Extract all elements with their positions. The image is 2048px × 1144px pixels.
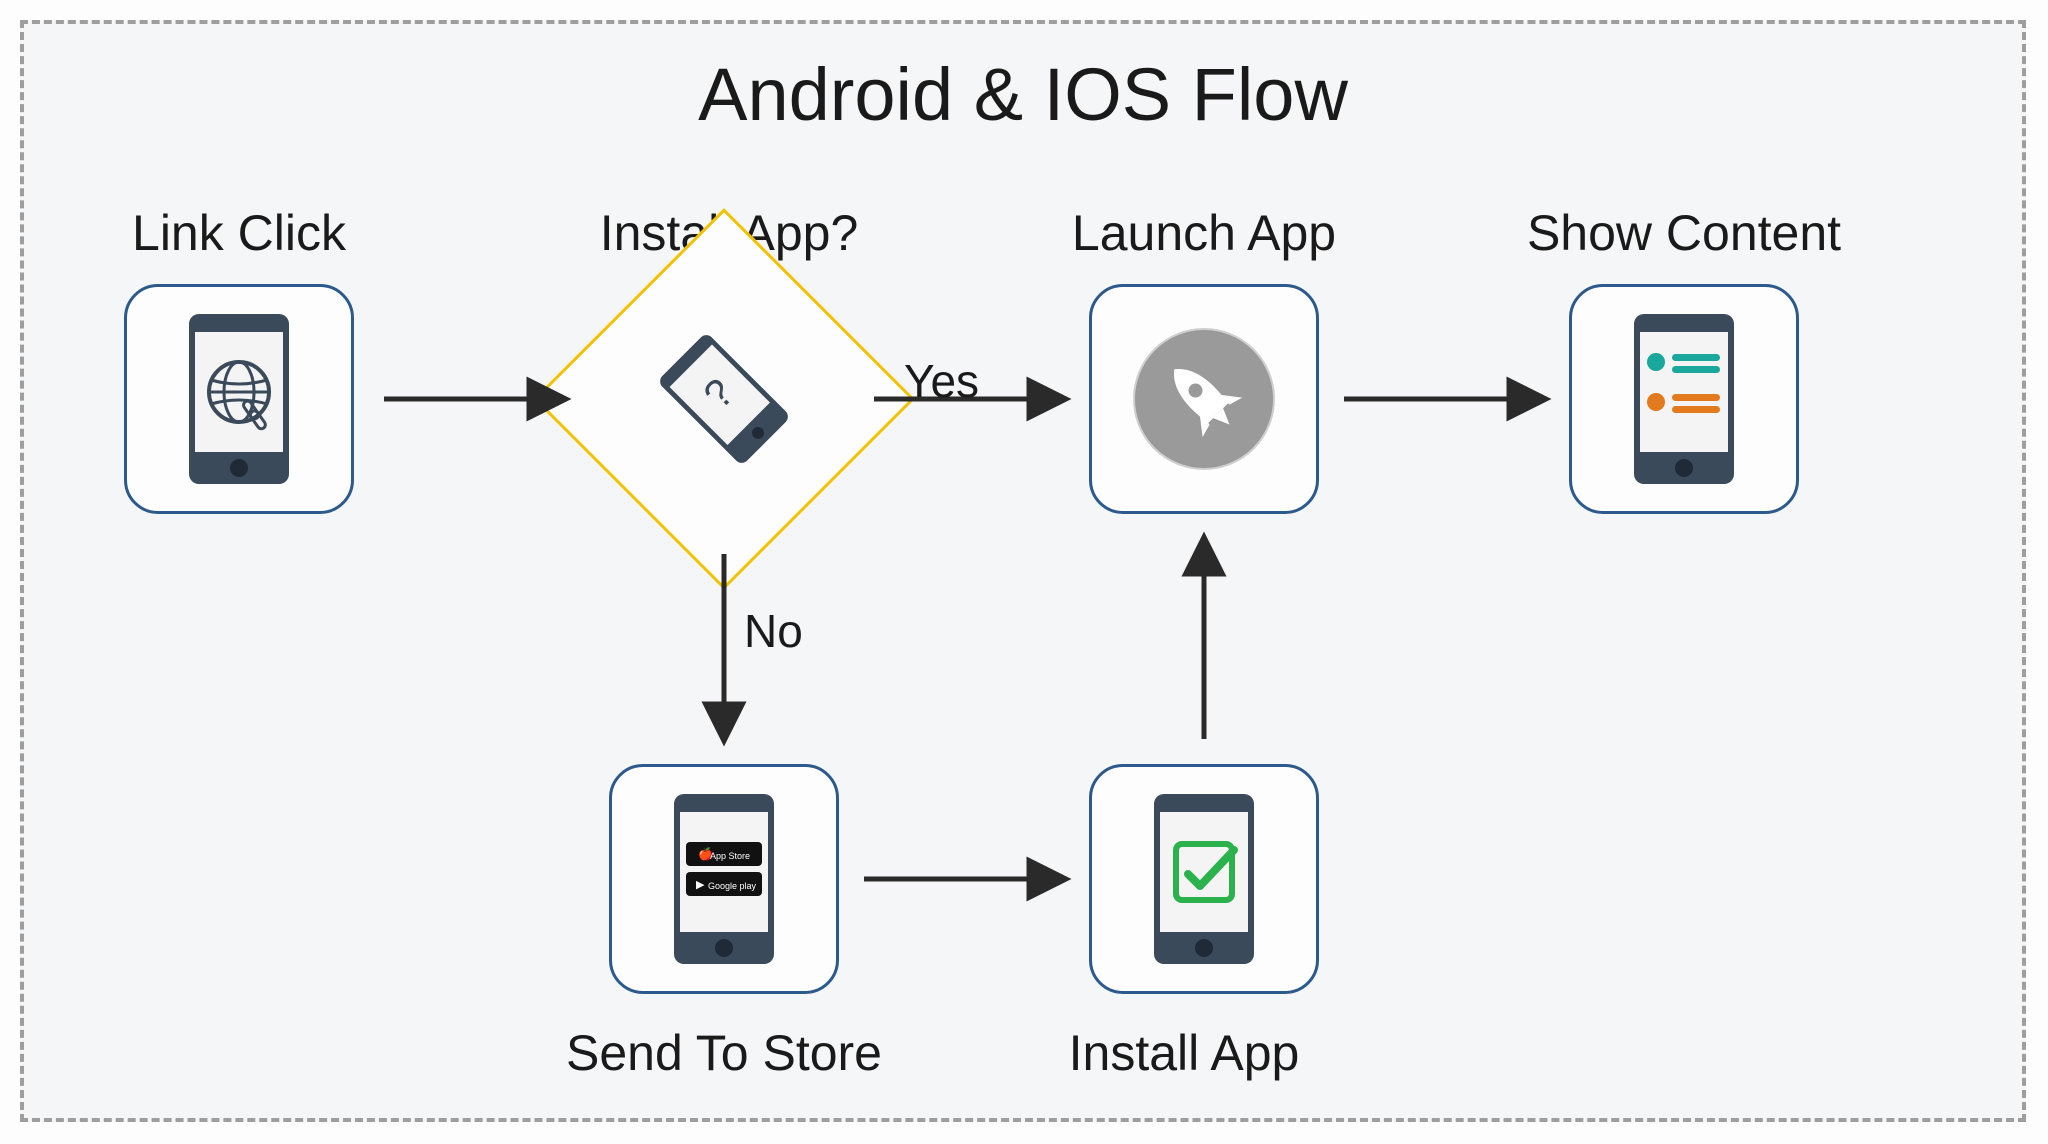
diagram-frame: Android & IOS Flow Link Click Install Ap… — [20, 20, 2026, 1122]
arrows — [24, 24, 2030, 1126]
edge-label-no: No — [744, 604, 803, 658]
edge-label-yes: Yes — [904, 354, 979, 408]
